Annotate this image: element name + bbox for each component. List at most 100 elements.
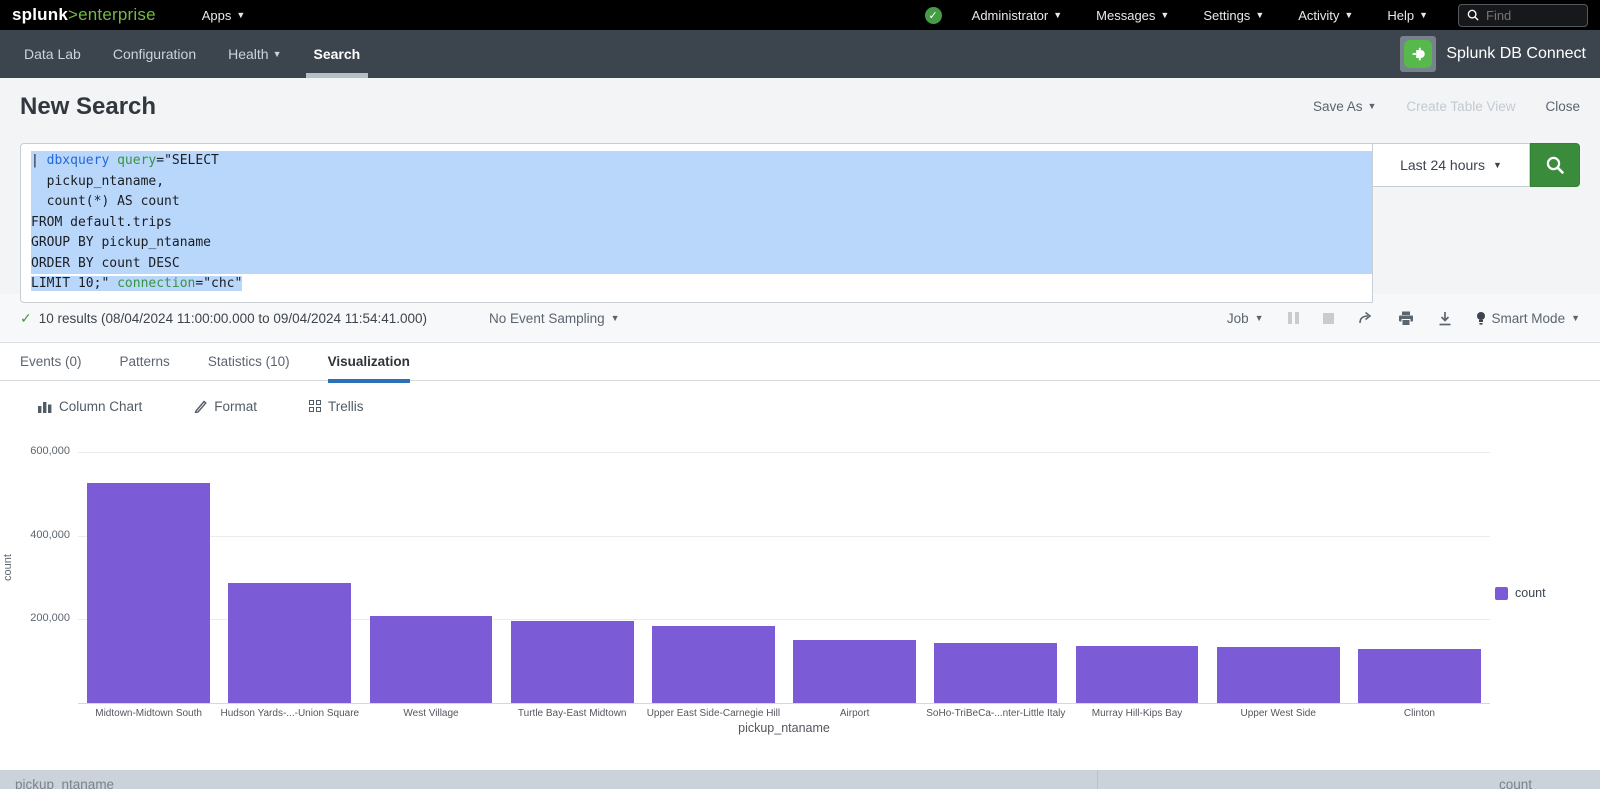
- find-search-box[interactable]: [1458, 4, 1588, 27]
- save-as-button[interactable]: Save As ▼: [1313, 99, 1376, 114]
- messages-menu[interactable]: Messages ▼: [1092, 8, 1173, 23]
- search-query[interactable]: | dbxquery query="SELECT pickup_ntaname,…: [20, 143, 1373, 303]
- legend-label: count: [1515, 586, 1546, 600]
- help-label: Help: [1387, 8, 1414, 23]
- nav-health[interactable]: Health ▼: [226, 30, 283, 78]
- format-button[interactable]: Format: [194, 399, 257, 414]
- tab-visualization[interactable]: Visualization: [328, 343, 410, 381]
- chevron-down-icon: ▼: [1344, 11, 1353, 20]
- chart-type-button[interactable]: Column Chart: [38, 399, 142, 414]
- chevron-down-icon: ▼: [1493, 161, 1502, 170]
- y-tick-200000: 200,000: [0, 612, 70, 624]
- bar-8[interactable]: [1217, 647, 1340, 703]
- share-icon: [1358, 311, 1374, 325]
- search-icon: [1467, 9, 1479, 21]
- search-mode-menu[interactable]: Smart Mode ▼: [1476, 311, 1580, 326]
- splunk-logo[interactable]: splunk>enterprise: [12, 5, 156, 25]
- stop-button[interactable]: [1323, 313, 1334, 324]
- tab-patterns[interactable]: Patterns: [120, 343, 170, 381]
- bar-slot: Airport: [784, 441, 925, 703]
- statistics-table-header: pickup_ntaname count: [0, 770, 1600, 789]
- close-button[interactable]: Close: [1545, 99, 1580, 114]
- lightbulb-icon: [1476, 311, 1486, 326]
- time-range-picker[interactable]: Last 24 hours ▼: [1373, 143, 1530, 187]
- nav-data-lab-label: Data Lab: [24, 46, 81, 62]
- bar-1[interactable]: [228, 583, 351, 703]
- nav-configuration-label: Configuration: [113, 46, 196, 62]
- printer-icon: [1398, 311, 1414, 326]
- nav-configuration[interactable]: Configuration: [111, 30, 198, 78]
- check-icon: ✓: [20, 310, 32, 327]
- trellis-icon: [309, 400, 321, 412]
- plug-icon: [1409, 45, 1427, 63]
- event-sampling-label: No Event Sampling: [489, 311, 605, 326]
- bar-slot: SoHo-TriBeCa-...nter-Little Italy: [925, 441, 1066, 703]
- chevron-down-icon: ▼: [1053, 11, 1062, 20]
- job-label: Job: [1227, 311, 1249, 326]
- bar-slot: Upper East Side-Carnegie Hill: [643, 441, 784, 703]
- x-tick-label: Turtle Bay-East Midtown: [496, 708, 649, 719]
- bar-2[interactable]: [370, 616, 493, 703]
- health-status-icon[interactable]: ✓: [925, 7, 942, 24]
- search-button[interactable]: [1530, 143, 1580, 187]
- x-tick-label: SoHo-TriBeCa-...nter-Little Italy: [919, 708, 1072, 719]
- help-menu[interactable]: Help ▼: [1383, 8, 1432, 23]
- chevron-down-icon: ▼: [611, 314, 620, 323]
- create-table-view-button[interactable]: Create Table View: [1406, 99, 1515, 114]
- nav-data-lab[interactable]: Data Lab: [22, 30, 83, 78]
- bar-3[interactable]: [511, 621, 634, 703]
- bar-slot: West Village: [360, 441, 501, 703]
- share-button[interactable]: [1358, 311, 1374, 325]
- bar-9[interactable]: [1358, 649, 1481, 703]
- job-menu[interactable]: Job ▼: [1227, 311, 1264, 326]
- download-icon: [1438, 311, 1452, 326]
- chart-legend[interactable]: count: [1495, 586, 1546, 600]
- chevron-down-icon: ▼: [1160, 11, 1169, 20]
- pause-button[interactable]: [1288, 312, 1299, 324]
- page-title: New Search: [20, 93, 156, 121]
- event-sampling-menu[interactable]: No Event Sampling ▼: [489, 311, 619, 326]
- trellis-label: Trellis: [328, 399, 364, 414]
- administrator-menu[interactable]: Administrator ▼: [968, 8, 1067, 23]
- column-chart-icon: [38, 400, 52, 413]
- tab-events[interactable]: Events (0): [20, 343, 82, 381]
- messages-label: Messages: [1096, 8, 1155, 23]
- nav-health-label: Health: [228, 46, 268, 62]
- activity-menu[interactable]: Activity ▼: [1294, 8, 1357, 23]
- print-button[interactable]: [1398, 311, 1414, 326]
- time-range-label: Last 24 hours: [1400, 157, 1485, 173]
- administrator-label: Administrator: [972, 8, 1049, 23]
- search-icon: [1545, 155, 1565, 175]
- table-header-pickup-ntaname[interactable]: pickup_ntaname: [0, 770, 1098, 789]
- db-connect-icon: [1400, 36, 1436, 72]
- x-tick-label: Hudson Yards-...-Union Square: [213, 708, 366, 719]
- bar-7[interactable]: [1076, 646, 1199, 703]
- tab-statistics[interactable]: Statistics (10): [208, 343, 290, 381]
- search-mode-label: Smart Mode: [1492, 311, 1566, 326]
- x-axis-line: [78, 703, 1490, 704]
- apps-label: Apps: [202, 8, 232, 23]
- tab-visualization-label: Visualization: [328, 354, 410, 369]
- x-tick-label: Clinton: [1343, 708, 1496, 719]
- visualization-toolbar: Column Chart Format Trellis: [0, 381, 1600, 431]
- find-input[interactable]: [1486, 8, 1576, 23]
- tab-statistics-label: Statistics (10): [208, 354, 290, 369]
- bar-slot: Midtown-Midtown South: [78, 441, 219, 703]
- bar-slot: Murray Hill-Kips Bay: [1066, 441, 1207, 703]
- export-button[interactable]: [1438, 311, 1452, 326]
- bar-slot: Turtle Bay-East Midtown: [502, 441, 643, 703]
- chevron-down-icon: ▼: [1255, 11, 1264, 20]
- bar-slot: Upper West Side: [1208, 441, 1349, 703]
- settings-menu[interactable]: Settings ▼: [1199, 8, 1268, 23]
- app-identity[interactable]: Splunk DB Connect: [1400, 36, 1586, 72]
- bar-6[interactable]: [934, 643, 1057, 703]
- trellis-button[interactable]: Trellis: [309, 399, 364, 414]
- chart-plot: Midtown-Midtown SouthHudson Yards-...-Un…: [78, 441, 1490, 703]
- table-header-count[interactable]: count: [1098, 770, 1600, 789]
- bar-0[interactable]: [87, 483, 210, 703]
- apps-menu[interactable]: Apps ▼: [198, 8, 250, 23]
- nav-search[interactable]: Search: [312, 30, 363, 78]
- bar-5[interactable]: [793, 640, 916, 703]
- chart-type-label: Column Chart: [59, 399, 142, 414]
- bar-4[interactable]: [652, 626, 775, 703]
